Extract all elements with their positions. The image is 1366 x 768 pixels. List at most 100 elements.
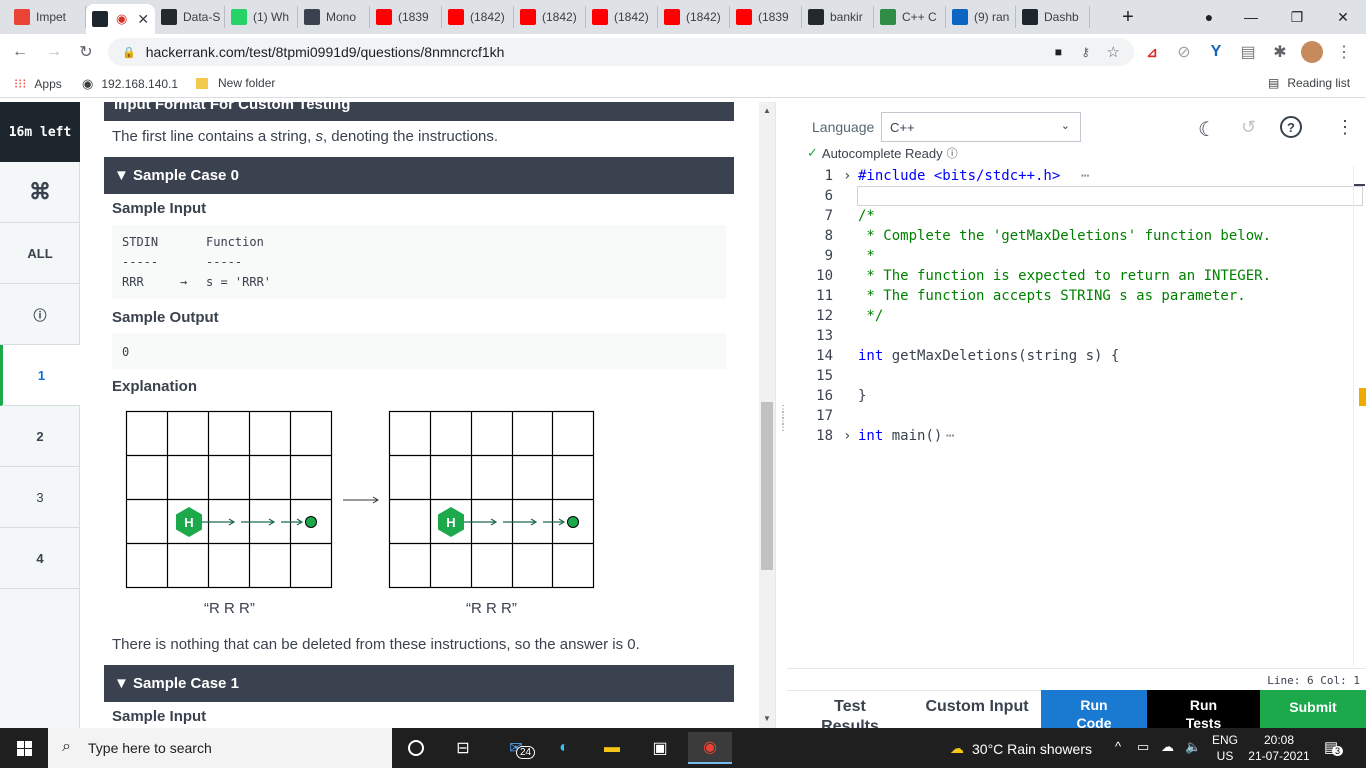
browser-tab[interactable]: Data-S xyxy=(155,6,225,28)
key-icon[interactable]: ⚷ xyxy=(1081,45,1090,59)
forward-icon[interactable]: → xyxy=(42,40,66,64)
theme-moon-icon[interactable]: ☾ xyxy=(1198,117,1216,142)
volume-icon[interactable]: 🔈 xyxy=(1185,739,1201,755)
edge-icon[interactable]: ◐ xyxy=(542,732,586,764)
scroll-down-icon[interactable]: ▼ xyxy=(763,714,771,723)
reading-list-icon: ▤ xyxy=(1268,76,1280,90)
fold-chevron-icon[interactable]: › xyxy=(843,426,851,446)
input-format-header[interactable]: Input Format For Custom Testing xyxy=(104,102,734,121)
youtube-icon xyxy=(520,9,536,25)
back-icon[interactable]: ← xyxy=(8,40,32,64)
browser-tab[interactable]: (1) Wh xyxy=(225,6,298,28)
browser-tab[interactable]: (1842) xyxy=(514,6,586,28)
language-select[interactable]: C++ ⌄ xyxy=(881,112,1081,142)
info-icon[interactable]: ⓘ xyxy=(947,145,958,161)
mail-icon[interactable]: ✉ 24 xyxy=(494,732,538,764)
code-editor[interactable]: 1 › #include <bits/stdc++.h> ⋯ 6 7 /* 8 * Compl… xyxy=(787,166,1366,676)
bookmark-apps[interactable]: ⁝⁝⁝ Apps xyxy=(14,76,62,92)
store-icon[interactable]: ▣ xyxy=(638,732,682,764)
bookmark-folder[interactable]: New folder xyxy=(196,76,275,90)
taskbar-search[interactable]: ⌕ Type here to search xyxy=(48,728,392,768)
folded-ellipsis[interactable]: ⋯ xyxy=(946,426,954,446)
browser-tab[interactable]: Mono xyxy=(298,6,370,28)
browser-tab[interactable]: (1842) xyxy=(586,6,658,28)
reload-icon[interactable]: ↻ xyxy=(74,40,98,64)
browser-tab[interactable]: (1839 xyxy=(730,6,802,28)
puzzle-icon[interactable]: ✱ xyxy=(1268,40,1292,64)
clock[interactable]: 20:08 21-07-2021 xyxy=(1248,732,1310,764)
windows-start-icon[interactable] xyxy=(2,732,46,764)
problem-scrollbar[interactable]: ▲ ▼ xyxy=(759,102,775,728)
browser-tab[interactable]: (1839 xyxy=(370,6,442,28)
pane-divider[interactable]: ⋮ ⋮ ⋮ ⋮ xyxy=(775,102,788,728)
sample-case-1-header[interactable]: ▼ Sample Case 1 xyxy=(104,665,734,702)
nav-command-icon[interactable]: ⌘ xyxy=(0,162,80,223)
close-tab-icon[interactable]: ✕ xyxy=(137,11,149,28)
profile-avatar[interactable] xyxy=(1300,40,1324,64)
sample-input-label: Sample Input xyxy=(112,200,207,217)
minimap-warning-marker xyxy=(1359,388,1366,406)
pdf-extension-icon[interactable]: ⊿ xyxy=(1140,40,1164,64)
camera-icon[interactable]: ■ xyxy=(1055,45,1062,59)
extension-icon[interactable]: ⊘ xyxy=(1172,40,1196,64)
code-line: 1 › #include <bits/stdc++.h> ⋯ xyxy=(787,166,1347,186)
help-icon[interactable]: ? xyxy=(1280,116,1302,138)
browser-tab[interactable]: Impet xyxy=(8,6,86,28)
sample-case-0-header[interactable]: ▼ Sample Case 0 xyxy=(104,157,734,194)
tab-search-icon[interactable]: ● xyxy=(1186,0,1232,34)
bookmark-star-icon[interactable]: ☆ xyxy=(1107,43,1120,61)
run-code-button[interactable]: Run Code xyxy=(1041,690,1147,728)
weather-widget[interactable]: ☁ 30°C Rain showers xyxy=(950,740,1092,757)
notifications-icon[interactable]: ▤ 3 xyxy=(1324,738,1344,756)
nav-item-4[interactable]: 4 xyxy=(0,528,80,589)
vpn-extension-icon[interactable]: Y xyxy=(1204,40,1228,64)
network-icon[interactable]: ▭ xyxy=(1137,739,1149,755)
more-options-icon[interactable]: ⋮ xyxy=(1336,117,1354,138)
nav-info-icon[interactable]: ⓘ xyxy=(0,284,80,345)
chrome-taskbar-icon[interactable]: ◉ xyxy=(688,732,732,764)
custom-input-tab[interactable]: Custom Input xyxy=(913,690,1041,728)
test-results-tab[interactable]: Test Results xyxy=(787,690,913,728)
chrome-menu-icon[interactable]: ⋮ xyxy=(1332,40,1356,64)
nav-item-2[interactable]: 2 xyxy=(0,406,80,467)
scroll-up-icon[interactable]: ▲ xyxy=(763,106,771,115)
minimize-icon[interactable]: — xyxy=(1228,0,1274,34)
browser-tab[interactable]: (9) ran xyxy=(946,6,1016,28)
nav-item-1[interactable]: 1 xyxy=(0,345,80,406)
nav-item-label: 1 xyxy=(37,367,46,383)
browser-tab[interactable]: bankir xyxy=(802,6,874,28)
browser-tab[interactable]: C++ C xyxy=(874,6,946,28)
folded-ellipsis[interactable]: ⋯ xyxy=(1081,166,1089,186)
new-tab-button[interactable]: + xyxy=(1110,0,1146,34)
line-number: 10 xyxy=(816,268,833,284)
close-window-icon[interactable]: ✕ xyxy=(1320,0,1366,34)
browser-tab[interactable]: Dashb xyxy=(1016,6,1090,28)
code-line: 18 › int main() ⋯ xyxy=(787,426,1347,446)
nav-item-3[interactable]: 3 xyxy=(0,467,80,528)
language-indicator[interactable]: ENG US xyxy=(1212,732,1238,764)
maximize-icon[interactable]: ❐ xyxy=(1274,0,1320,34)
bookmark-ip[interactable]: ◉ 192.168.140.1 xyxy=(82,76,178,92)
onedrive-icon[interactable]: ☁ xyxy=(1161,739,1174,755)
address-bar[interactable]: 🔒 hackerrank.com/test/8tpmi0991d9/questi… xyxy=(108,38,1134,66)
cortana-icon[interactable] xyxy=(394,732,438,764)
scroll-thumb[interactable] xyxy=(761,402,773,570)
run-tests-button[interactable]: Run Tests xyxy=(1147,690,1260,728)
file-explorer-icon[interactable]: ▬ xyxy=(590,732,634,764)
fold-chevron-icon[interactable]: › xyxy=(843,166,851,186)
mail-badge: 24 xyxy=(516,746,536,759)
nav-item-all[interactable]: ALL xyxy=(0,223,80,284)
task-view-icon[interactable]: ⊟ xyxy=(441,732,485,764)
browser-tab[interactable]: (1842) xyxy=(658,6,730,28)
autocomplete-status: ✓ Autocomplete Ready ⓘ xyxy=(807,145,958,161)
reading-list-button[interactable]: ▤ Reading list xyxy=(1268,76,1350,90)
submit-button[interactable]: Submit xyxy=(1260,690,1366,728)
browser-tab[interactable]: (1842) xyxy=(442,6,514,28)
reader-extension-icon[interactable]: ▤ xyxy=(1236,40,1260,64)
line-number: 13 xyxy=(816,328,833,344)
history-icon[interactable]: ↺ xyxy=(1241,117,1256,138)
browser-tab[interactable]: ◉ ✕ xyxy=(86,4,155,34)
line-number: 12 xyxy=(816,308,833,324)
tray-chevron-icon[interactable]: ^ xyxy=(1115,739,1121,754)
globe-icon: ◉ xyxy=(82,76,94,91)
